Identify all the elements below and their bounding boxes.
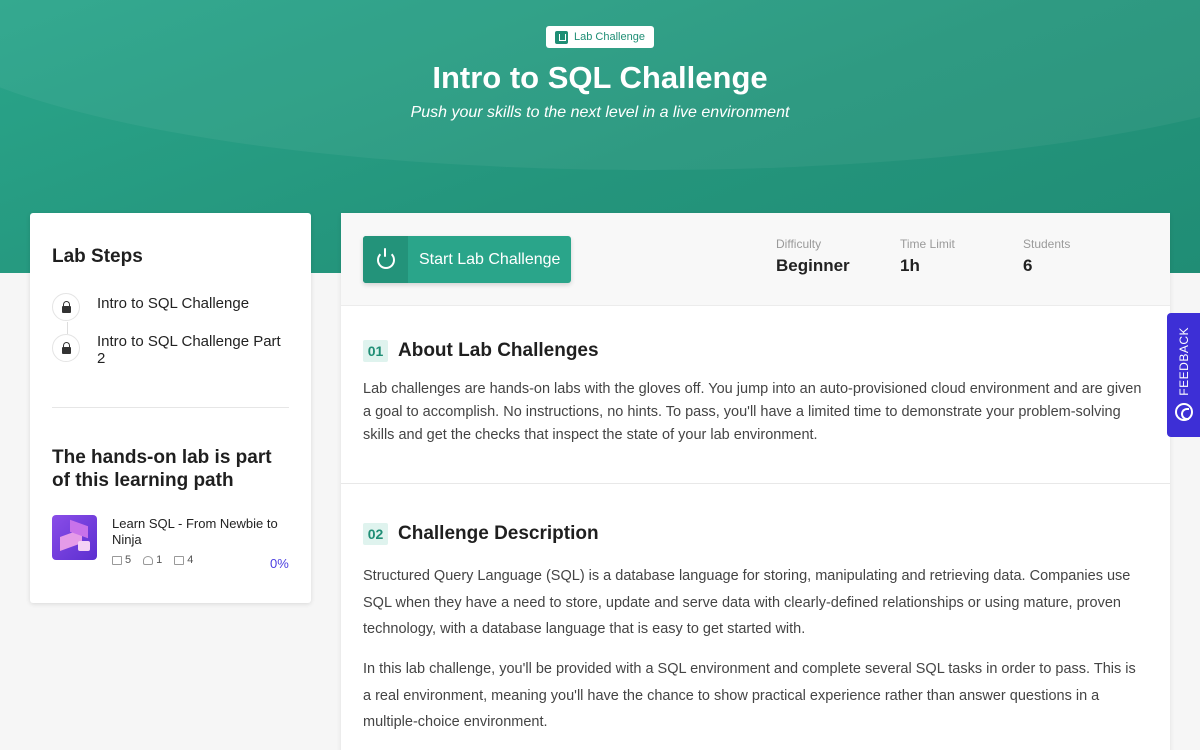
power-icon <box>363 236 408 283</box>
meta-value: Beginner <box>776 256 850 275</box>
exams-stat: 1 <box>143 554 162 566</box>
section-number: 02 <box>363 523 388 545</box>
lock-icon <box>52 334 80 362</box>
courses-icon <box>112 555 122 565</box>
lab-step-2[interactable]: Intro to SQL Challenge Part 2 <box>52 333 287 367</box>
lab-challenge-badge: Lab Challenge <box>546 26 654 48</box>
badge-label: Lab Challenge <box>574 31 645 43</box>
meta-key: Difficulty <box>776 237 822 251</box>
lock-icon <box>52 293 80 321</box>
start-button-label: Start Lab Challenge <box>419 250 561 268</box>
page-subtitle: Push your skills to the next level in a … <box>410 104 790 121</box>
feedback-icon <box>1174 403 1193 421</box>
courses-stat: 5 <box>112 554 131 566</box>
feedback-label: FEEDBACK <box>1176 327 1191 396</box>
meta-key: Time Limit <box>900 237 955 251</box>
page-title: Intro to SQL Challenge <box>432 60 768 95</box>
section-paragraph: In this lab challenge, you'll be provide… <box>363 661 1136 730</box>
lab-steps-title: Lab Steps <box>52 246 143 267</box>
students-meta: Students 6 <box>1023 237 1070 276</box>
lab-step-label: Intro to SQL Challenge Part 2 <box>97 333 281 367</box>
section-paragraph: Structured Query Language (SQL) is a dat… <box>363 568 1131 637</box>
learning-path-title[interactable]: Learn SQL - From Newbie to Ninja <box>112 516 292 548</box>
labs-stat: 4 <box>174 554 193 566</box>
lab-step-label: Intro to SQL Challenge <box>97 295 250 312</box>
difficulty-meta: Difficulty Beginner <box>776 237 850 276</box>
labs-icon <box>174 555 185 565</box>
meta-value: 1h <box>900 256 920 275</box>
section-paragraph: Lab challenges are hands-on labs with th… <box>363 381 1142 443</box>
section-title: About Lab Challenges <box>398 340 599 361</box>
section-divider <box>341 483 1170 484</box>
learning-path-stats: 5 1 4 <box>112 554 193 566</box>
lab-action-bar: Start Lab Challenge Difficulty Beginner … <box>341 213 1170 306</box>
start-lab-challenge-button[interactable]: Start Lab Challenge <box>363 236 571 283</box>
meta-value: 6 <box>1023 256 1033 275</box>
graduation-cap-icon <box>143 555 154 565</box>
section-title: Challenge Description <box>398 523 599 544</box>
meta-key: Students <box>1023 237 1071 251</box>
feedback-tab[interactable]: FEEDBACK <box>1167 313 1200 437</box>
lab-icon <box>555 30 569 44</box>
time-limit-meta: Time Limit 1h <box>900 237 955 276</box>
learning-path-heading: The hands-on lab is part of this learnin… <box>52 447 272 491</box>
lab-step-1[interactable]: Intro to SQL Challenge <box>52 292 287 321</box>
lab-steps-panel: Lab Steps Intro to SQL Challenge Intro t… <box>30 213 311 603</box>
sidebar-divider <box>52 407 289 408</box>
section-number: 01 <box>363 340 388 362</box>
learning-path-progress: 0% <box>270 556 289 571</box>
lab-main-panel: Start Lab Challenge Difficulty Beginner … <box>341 213 1170 750</box>
learning-path-thumbnail[interactable] <box>52 515 97 560</box>
